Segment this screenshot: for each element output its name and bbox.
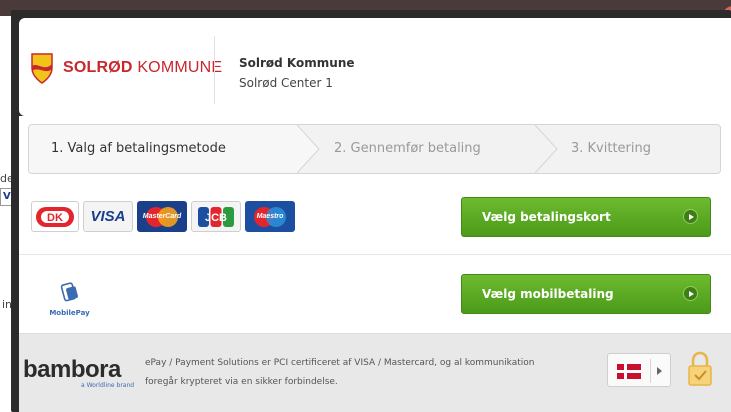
play-arrow-icon [683,286,698,301]
security-footer: bambora a Worldline brand ePay / Payment… [19,333,731,412]
merchant-name: Solrød Kommune [239,56,355,70]
visa-icon: VISA [83,201,133,232]
security-text: ePay / Payment Solutions er PCI certific… [145,358,535,387]
step-3-receipt: 3. Kvittering [571,141,652,156]
maestro-icon: Maestro [245,201,295,232]
padlock-check-icon [688,351,712,386]
step-chevron-icon [297,125,320,173]
caret-right-icon [657,367,662,375]
merchant-logo: SOLRØD KOMMUNE [31,52,222,84]
mobilepay-row: MobilePay Vælg mobilbetaling [19,255,731,333]
svg-text:DK: DK [47,212,63,224]
play-arrow-icon [683,209,698,224]
danish-flag-icon [617,364,641,379]
step-progress: 1. Valg af betalingsmetode 2. Gennemfør … [28,124,721,174]
merchant-logo-text: SOLRØD KOMMUNE [63,59,223,76]
step-1-choose-method: 1. Valg af betalingsmetode [29,125,297,173]
card-brands: DK VISA MasterCard JCB Maestro [31,201,295,232]
dankort-icon: DK [31,201,79,232]
card-payment-row: DK VISA MasterCard JCB Maestro Vælg beta… [19,186,731,254]
merchant-address: Solrød Center 1 [239,76,333,90]
choose-card-button[interactable]: Vælg betalingskort [461,197,711,237]
svg-text:JCB: JCB [205,212,227,224]
payment-content: 1. Valg af betalingsmetode 2. Gennemfør … [19,116,731,412]
merchant-header: SOLRØD KOMMUNE Solrød Kommune Solrød Cen… [19,18,731,116]
bambora-logo: bambora [23,356,121,383]
solrod-shield-icon [31,53,53,84]
step-chevron-icon [535,125,558,173]
mastercard-icon: MasterCard [137,201,187,232]
mobilepay-logo: MobilePay [47,281,92,317]
language-separator [650,359,651,383]
jcb-icon: JCB [191,201,241,232]
mobilepay-icon [60,282,78,302]
merchant-divider [214,36,215,104]
step-2-complete-payment: 2. Gennemfør betaling [334,141,481,156]
payment-window: SOLRØD KOMMUNE Solrød Kommune Solrød Cen… [11,10,731,412]
bambora-tagline: a Worldline brand [81,382,135,389]
language-selector[interactable] [607,353,671,387]
choose-mobilepay-button[interactable]: Vælg mobilbetaling [461,274,711,314]
